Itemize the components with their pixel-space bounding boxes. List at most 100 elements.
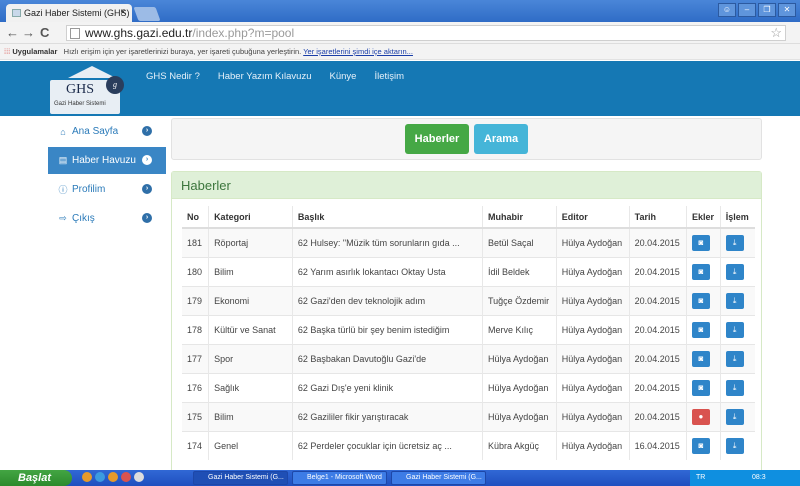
download-icon[interactable]: ⤓ [725,263,744,280]
cell-islem: ⤓ [719,343,755,373]
system-tray: TR 08:3 [690,470,800,486]
camera-icon[interactable]: ◙ [691,234,710,251]
cell-editor: Hülya Aydoğan [555,401,630,431]
quicklaunch-icon[interactable] [95,472,105,482]
camera-icon[interactable]: ◙ [691,350,710,367]
col-no: No [182,206,209,229]
tray-language[interactable]: TR [696,474,705,481]
download-icon[interactable]: ⤓ [725,234,744,251]
sidebar-item-ana-sayfa[interactable]: ⌂ Ana Sayfa › [48,118,166,145]
col-editor: Editor [555,206,630,229]
tray-clock[interactable]: 08:3 [752,474,766,481]
cell-kategori: Röportaj [208,227,293,257]
quick-launch [82,472,144,482]
nav-iletisim[interactable]: İletişim [374,71,404,82]
reload-icon[interactable]: C [40,25,49,40]
download-icon[interactable]: ⤓ [725,292,744,309]
cell-ekler: ◙ [685,285,721,315]
cell-ekler: ◙ [685,256,721,286]
camera-icon[interactable]: ◙ [691,321,710,338]
cell-ekler: ◙ [685,314,721,344]
cell-no: 175 [182,401,209,431]
camera-icon[interactable]: ◙ [691,437,710,454]
no-attachment-icon[interactable]: ● [691,408,710,425]
apps-icon[interactable]: ⁞⁞⁞ [4,47,10,56]
tab-title: Gazi Haber Sistemi (GHS) [24,8,130,18]
cell-islem: ⤓ [719,430,755,460]
table-row: 174 Genel 62 Perdeler çocuklar için ücrets… [182,430,755,460]
cell-no: 176 [182,372,209,402]
download-icon[interactable]: ⤓ [725,437,744,454]
cell-muhabir: Kübra Akgüç [481,430,557,460]
window-controls: ☺ – ❐ ✕ [718,3,796,17]
download-icon[interactable]: ⤓ [725,350,744,367]
new-tab-button[interactable] [133,7,161,21]
apps-label[interactable]: Uygulamalar [12,47,57,56]
minimize-icon[interactable]: – [738,3,756,17]
quicklaunch-icon[interactable] [82,472,92,482]
col-kategori: Kategori [208,206,293,229]
sidebar-item-cikis[interactable]: ⇨ Çıkış › [48,205,166,232]
url-input[interactable]: www.ghs.gazi.edu.tr/index.php?m=pool [66,25,786,41]
download-icon[interactable]: ⤓ [725,321,744,338]
site-logo[interactable]: GHS Gazi Haber Sistemi g [48,63,126,116]
user-icon[interactable]: ☺ [718,3,736,17]
sidebar-item-profilim[interactable]: ⓘ Profilim › [48,176,166,203]
camera-icon[interactable]: ◙ [691,292,710,309]
task-chrome[interactable]: Gazi Haber Sistemi (G... [193,471,288,485]
sidebar-item-haber-havuzu[interactable]: ▤ Haber Havuzu › [48,147,166,174]
back-icon[interactable]: ← [6,25,19,40]
sidebar-item-label: Haber Havuzu [72,155,136,166]
cell-kategori: Bilim [208,401,293,431]
tab-close-icon[interactable]: × [120,7,126,18]
cell-editor: Hülya Aydoğan [555,430,630,460]
download-icon[interactable]: ⤓ [725,379,744,396]
import-bookmarks-link[interactable]: Yer işaretlerini şimdi içe aktarın... [303,47,413,56]
bookmark-star-icon[interactable]: ☆ [770,25,782,41]
haberler-button[interactable]: Haberler [405,124,469,154]
cell-islem: ⤓ [719,401,755,431]
forward-icon[interactable]: → [22,25,35,40]
cell-no: 180 [182,256,209,286]
camera-icon[interactable]: ◙ [691,263,710,280]
download-icon[interactable]: ⤓ [725,408,744,425]
close-window-icon[interactable]: ✕ [778,3,796,17]
quicklaunch-icon[interactable] [134,472,144,482]
cell-baslik: 62 Gazi'den dev teknolojik adım [291,285,483,315]
quicklaunch-icon[interactable] [121,472,131,482]
cell-ekler: ◙ [685,227,721,257]
task-chrome-2[interactable]: Gazi Haber Sistemi (G... [391,471,486,485]
chevron-icon: › [142,126,152,136]
sidebar-item-label: Profilim [72,184,106,195]
col-tarih: Tarih [628,206,687,229]
cell-islem: ⤓ [719,256,755,286]
start-button[interactable]: Başlat [0,470,72,486]
arama-button[interactable]: Arama [474,124,528,154]
top-nav: GHS Nedir ? Haber Yazım Kılavuzu Künye İ… [146,71,404,82]
cell-no: 174 [182,430,209,460]
site-header: GHS Gazi Haber Sistemi g GHS Nedir ? Hab… [0,61,800,116]
nav-haber-yazim[interactable]: Haber Yazım Kılavuzu [218,71,312,82]
list-icon: ▤ [58,155,68,165]
table-row: 176 Sağlık 62 Gazi Dış'e yeni klinik Hülya … [182,372,755,402]
browser-titlebar: Gazi Haber Sistemi (GHS) × ☺ – ❐ ✕ [0,0,800,22]
camera-icon[interactable]: ◙ [691,379,710,396]
cell-kategori: Kültür ve Sanat [208,314,293,344]
cell-kategori: Genel [208,430,293,460]
cell-tarih: 20.04.2015 [628,314,687,344]
windows-taskbar: Başlat Gazi Haber Sistemi (G... Belge1 -… [0,470,800,486]
browser-tab[interactable]: Gazi Haber Sistemi (GHS) × [6,4,132,22]
col-islem: İşlem [719,206,755,229]
task-word[interactable]: Belge1 - Microsoft Word [292,471,387,485]
nav-kunye[interactable]: Künye [330,71,357,82]
bookmarks-hint: Hızlı erişim için yer işaretlerinizi bur… [63,47,302,56]
cell-tarih: 20.04.2015 [628,227,687,257]
nav-ghs-nedir[interactable]: GHS Nedir ? [146,71,200,82]
maximize-icon[interactable]: ❐ [758,3,776,17]
url-host: www.ghs.gazi.edu.tr [85,26,193,40]
cell-islem: ⤓ [719,314,755,344]
cell-kategori: Bilim [208,256,293,286]
quicklaunch-icon[interactable] [108,472,118,482]
cell-baslik: 62 Gazililer fikir yarıştıracak [291,401,483,431]
cell-editor: Hülya Aydoğan [555,227,630,257]
